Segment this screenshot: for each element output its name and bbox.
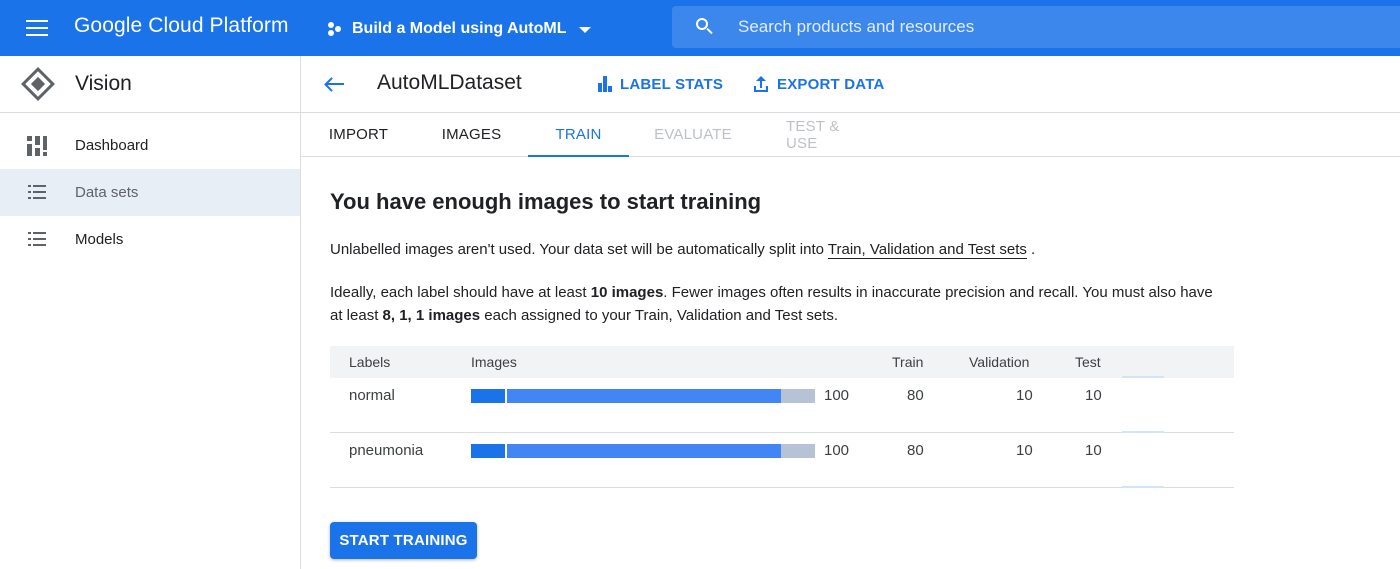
export-data-button[interactable]: EXPORT DATA <box>753 74 884 94</box>
row-divider-accent <box>1122 486 1164 488</box>
project-name: Build a Model using AutoML <box>352 20 567 37</box>
images-count: 100 <box>824 442 850 459</box>
requirements-text: Ideally, each label should have at least… <box>330 284 1213 324</box>
start-training-button[interactable]: START TRAINING <box>330 522 477 559</box>
column-header: Validation <box>969 354 1030 370</box>
validation-segment <box>505 389 781 403</box>
column-header: Test <box>1075 354 1101 370</box>
test-count: 10 <box>1085 442 1102 459</box>
tab-images[interactable]: IMAGES <box>442 113 501 156</box>
label-cell: normal <box>349 387 395 404</box>
sidebar-item-models[interactable]: Models <box>0 216 300 263</box>
sidebar-item-dashboard[interactable]: Dashboard <box>0 122 300 169</box>
validation-count: 10 <box>1016 442 1033 459</box>
split-sets-link[interactable]: Train, Validation and Test sets <box>827 241 1027 259</box>
dashboard-icon <box>27 136 47 156</box>
search-input[interactable]: Search products and resources <box>672 6 1400 48</box>
sidebar-item-label: Dashboard <box>75 137 149 154</box>
train-segment <box>471 389 506 403</box>
section-heading: You have enough images to start training <box>330 189 762 214</box>
tab-evaluate: EVALUATE <box>654 126 732 143</box>
search-placeholder: Search products and resources <box>738 17 975 36</box>
tab-test-use: TEST & USE <box>786 117 840 152</box>
split-info-text: Unlabelled images aren't used. Your data… <box>330 241 1036 259</box>
list-icon <box>28 232 46 246</box>
list-icon <box>28 185 46 199</box>
sidebar-header: Vision <box>0 56 300 113</box>
tab-import[interactable]: IMPORT <box>329 113 388 156</box>
search-icon <box>696 18 714 36</box>
sidebar-item-data-sets[interactable]: Data sets <box>0 169 300 216</box>
page-title: AutoMLDataset <box>377 71 522 94</box>
tab-train[interactable]: TRAIN <box>528 113 629 157</box>
sidebar-item-label: Data sets <box>75 184 139 201</box>
table-row: pneumonia 100 80 10 10 <box>330 431 1234 488</box>
validation-count: 10 <box>1016 387 1033 404</box>
sidebar: Vision Dashboard Data sets Models <box>0 56 301 569</box>
train-segment <box>471 444 506 458</box>
sidebar-item-label: Models <box>75 231 124 248</box>
label-split-table: Labels Images Train Validation Test norm… <box>330 346 1234 488</box>
tab-bar: IMPORT IMAGES TRAIN EVALUATE TEST & USE <box>301 113 1400 157</box>
row-divider-accent <box>1122 431 1164 433</box>
brand-title[interactable]: Google Cloud Platform <box>74 14 289 38</box>
upload-icon <box>753 76 769 92</box>
column-header: Train <box>892 354 924 370</box>
top-app-bar: Google Cloud Platform Build a Model usin… <box>0 0 1400 56</box>
table-row: normal 100 80 10 10 <box>330 376 1234 433</box>
split-bar <box>471 389 815 403</box>
label-cell: pneumonia <box>349 442 424 459</box>
dataset-header: AutoMLDataset LABEL STATS EXPORT DATA <box>301 56 1400 113</box>
split-bar <box>471 444 815 458</box>
table-header: Labels Images Train Validation Test <box>330 346 1234 378</box>
menu-icon[interactable] <box>24 16 50 40</box>
bar-chart-icon <box>597 76 613 92</box>
test-count: 10 <box>1085 387 1102 404</box>
column-header: Images <box>471 354 517 370</box>
label-stats-button[interactable]: LABEL STATS <box>597 74 723 94</box>
validation-segment <box>505 444 781 458</box>
chevron-down-icon <box>578 27 591 33</box>
back-arrow-icon[interactable] <box>323 72 347 96</box>
sidebar-title: Vision <box>75 72 132 95</box>
export-data-label: EXPORT DATA <box>777 75 885 93</box>
label-stats-label: LABEL STATS <box>620 75 724 93</box>
project-icon <box>326 20 344 38</box>
project-selector[interactable]: Build a Model using AutoML <box>326 17 591 41</box>
vision-icon <box>20 66 56 102</box>
images-count: 100 <box>824 387 850 404</box>
row-divider-accent <box>1122 376 1164 378</box>
train-count: 80 <box>907 442 924 459</box>
train-count: 80 <box>907 387 924 404</box>
column-header: Labels <box>349 354 391 370</box>
